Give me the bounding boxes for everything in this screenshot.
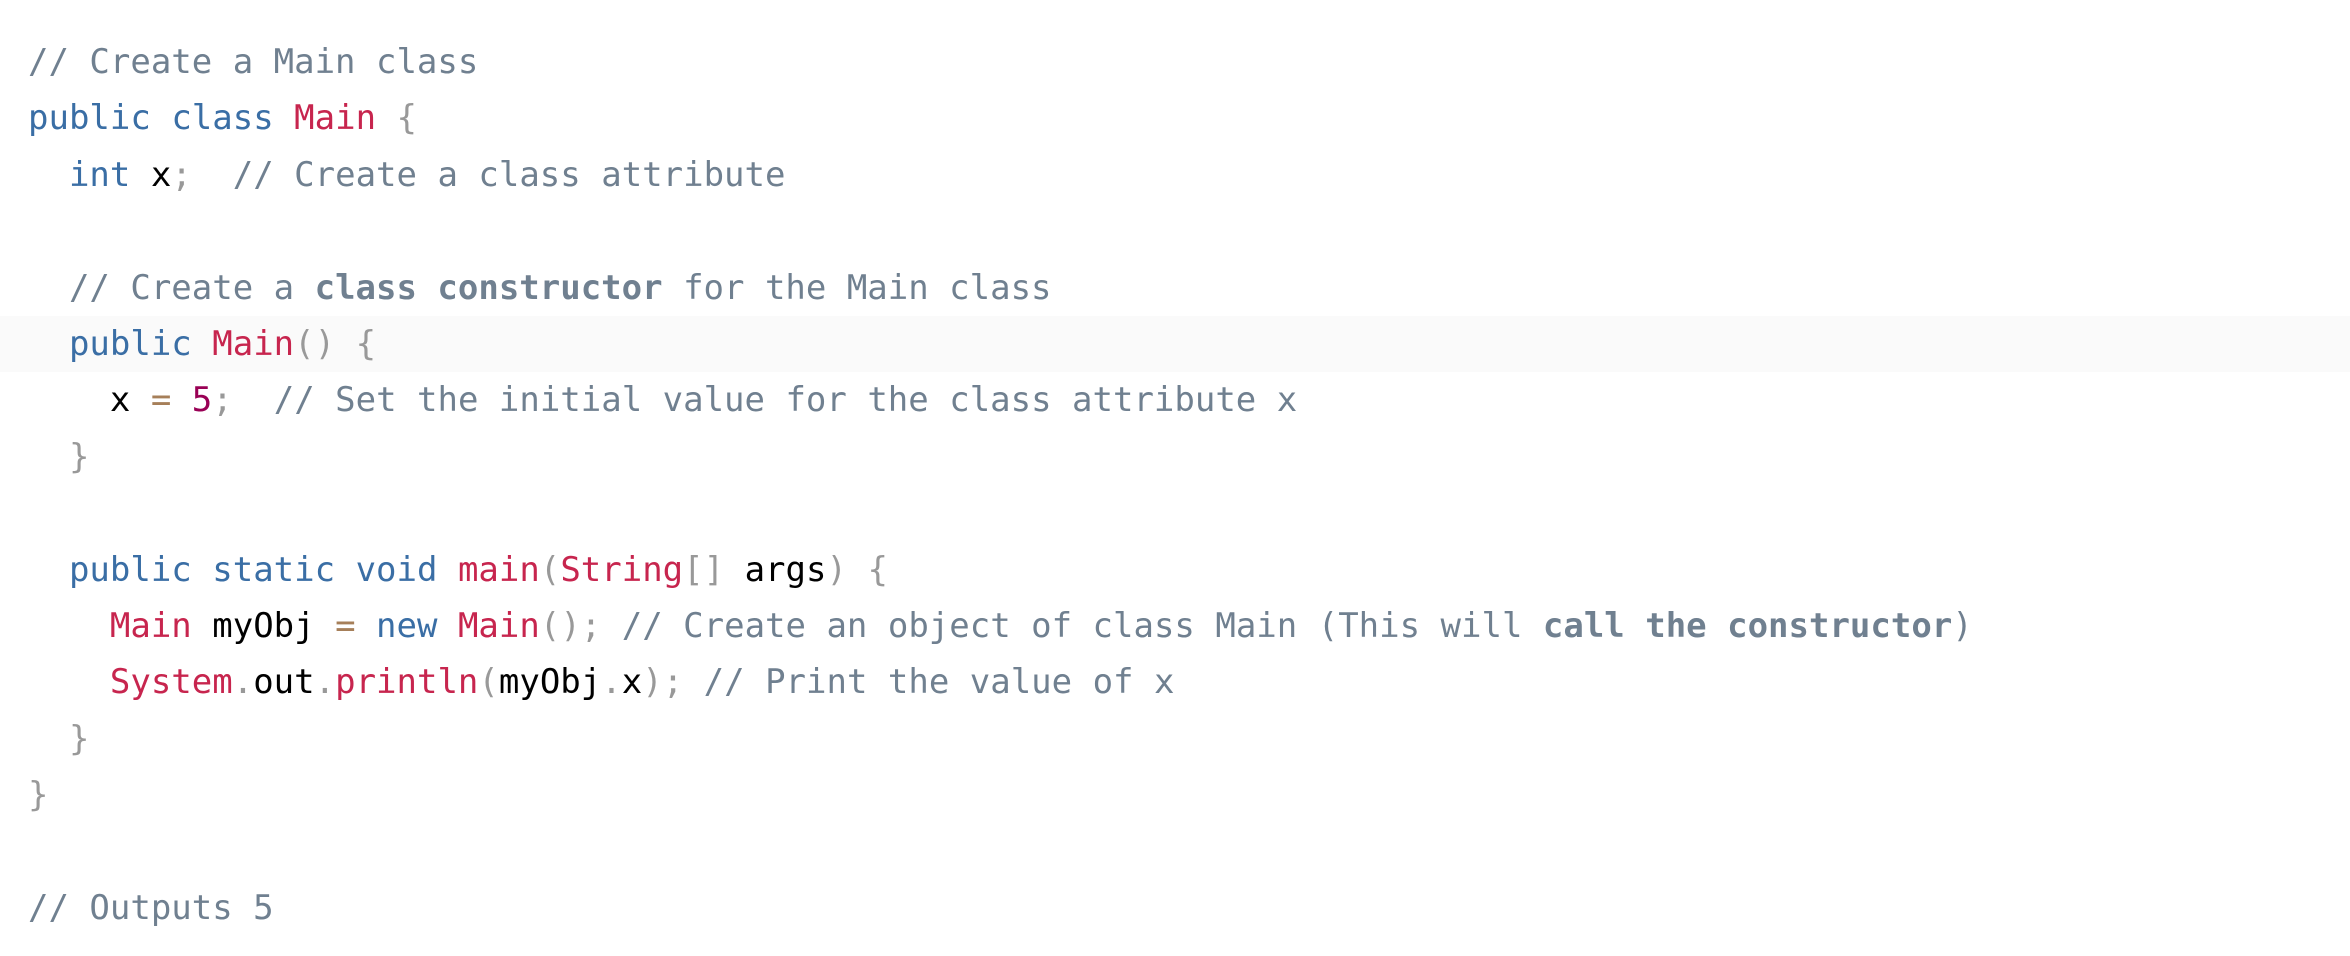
code-line: public class Main { bbox=[0, 90, 2350, 146]
code-token-comment-bold: class constructor bbox=[314, 267, 663, 308]
code-line: public static void main(String[] args) { bbox=[0, 542, 2350, 598]
code-token-punct: { bbox=[396, 98, 418, 139]
code-line: Main myObj = new Main(); // Create an ob… bbox=[0, 598, 2350, 654]
code-token-operator: = bbox=[150, 380, 172, 421]
code-token-punct: . bbox=[601, 662, 622, 703]
code-token-plain: myObj bbox=[191, 605, 336, 646]
code-view[interactable]: // Create a Main class public class Main … bbox=[0, 0, 2350, 956]
code-token-operator: = bbox=[335, 605, 356, 646]
code-token-comment: // Create a bbox=[68, 267, 315, 308]
code-line: // Create a class constructor for the Ma… bbox=[0, 260, 2350, 316]
code-line: // Outputs 5 bbox=[0, 880, 2350, 936]
code-line: int x; // Create a class attribute bbox=[0, 147, 2350, 203]
code-token-punct: } bbox=[28, 775, 49, 816]
code-token-keyword: void bbox=[355, 549, 438, 590]
code-token-type: Main bbox=[294, 98, 377, 139]
code-token-punct: ( bbox=[478, 662, 499, 703]
code-token-punct: { bbox=[867, 549, 888, 590]
code-token-type: System bbox=[109, 662, 233, 703]
code-token-type: String bbox=[560, 549, 684, 590]
code-token-punct: ; bbox=[171, 154, 192, 195]
code-token-punct: [] bbox=[683, 549, 725, 590]
code-token-plain: x bbox=[130, 154, 172, 195]
code-token-plain: out bbox=[253, 662, 315, 703]
code-token-punct: ) bbox=[826, 549, 847, 590]
code-token-plain: x bbox=[28, 380, 151, 421]
code-token-punct: } bbox=[68, 718, 90, 759]
code-line: } bbox=[0, 767, 2350, 823]
code-token-method: Main bbox=[457, 605, 540, 646]
code-token-keyword: public bbox=[68, 549, 192, 590]
code-token-comment: // Create a class attribute bbox=[232, 154, 786, 195]
code-token-comment-bold: call the constructor bbox=[1542, 605, 1953, 646]
code-token-number: 5 bbox=[191, 380, 213, 421]
code-token-comment: for the Main class bbox=[662, 267, 1052, 308]
code-token-plain: myObj bbox=[498, 662, 602, 703]
code-token-punct: ( bbox=[539, 549, 561, 590]
code-token-punct: . bbox=[314, 662, 336, 703]
code-token-comment: ) bbox=[1952, 605, 1973, 646]
code-token-method: main bbox=[457, 549, 540, 590]
code-line: } bbox=[0, 429, 2350, 485]
code-token-punct: { bbox=[355, 323, 377, 364]
code-line: System.out.println(myObj.x); // Print th… bbox=[0, 654, 2350, 710]
code-token-punct: ; bbox=[212, 380, 233, 421]
code-token-method: Main bbox=[212, 323, 295, 364]
code-token-plain: args bbox=[724, 549, 827, 590]
code-token-method: println bbox=[335, 662, 479, 703]
code-token-type: Main bbox=[109, 605, 192, 646]
code-token-punct: () bbox=[294, 323, 336, 364]
code-token-keyword: class bbox=[171, 98, 274, 139]
code-line: } bbox=[0, 711, 2350, 767]
code-token-comment: // Create an object of class Main (This … bbox=[621, 605, 1543, 646]
code-token-punct: (); bbox=[539, 605, 602, 646]
code-token-punct: } bbox=[68, 436, 90, 477]
code-token-plain: x bbox=[621, 662, 643, 703]
code-token-comment: // Print the value of x bbox=[703, 662, 1175, 703]
code-token-keyword: new bbox=[376, 605, 438, 646]
code-line: public Main() { bbox=[0, 315, 2350, 373]
code-token-comment: // Set the initial value for the class a… bbox=[273, 380, 1298, 421]
code-token-keyword: int bbox=[68, 154, 131, 195]
code-token-punct: ); bbox=[642, 662, 684, 703]
code-token-punct: . bbox=[232, 662, 254, 703]
code-line: x = 5; // Set the initial value for the … bbox=[0, 372, 2350, 428]
code-token-comment: // Create a Main class bbox=[28, 42, 479, 82]
code-token-keyword: public bbox=[68, 323, 192, 364]
code-line: // Create a Main class bbox=[0, 34, 2350, 90]
code-token-keyword: public bbox=[28, 98, 151, 139]
code-token-comment: // Outputs 5 bbox=[28, 887, 274, 928]
code-token-keyword: static bbox=[212, 549, 336, 590]
